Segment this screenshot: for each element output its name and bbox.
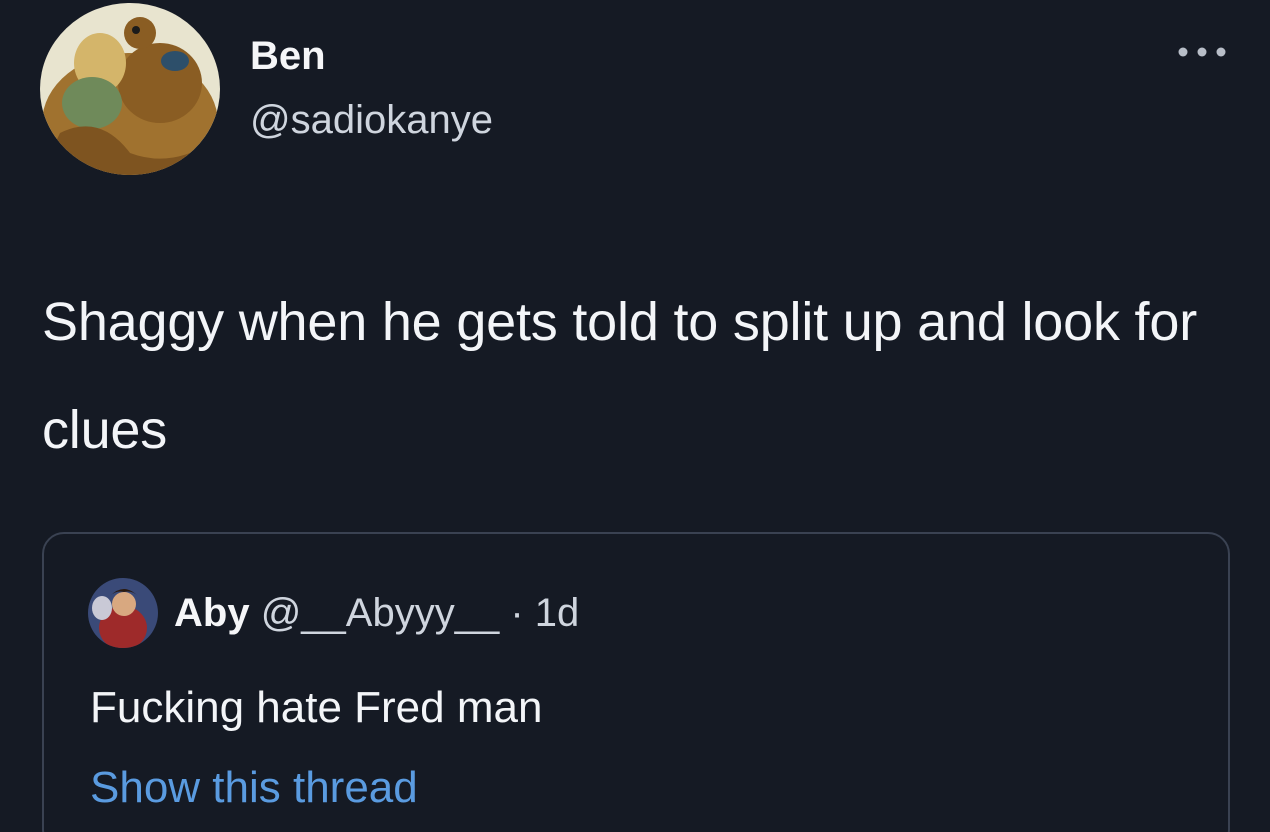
show-thread-link[interactable]: Show this thread	[90, 762, 418, 814]
tweet: Ben @sadiokanye Shaggy when he gets told…	[0, 0, 1270, 832]
quoted-tweet-header: Aby @__Abyyy__ · 1d	[174, 589, 579, 637]
quoted-tweet-card[interactable]: Aby @__Abyyy__ · 1d Fucking hate Fred ma…	[42, 532, 1230, 832]
tweet-text: Shaggy when he gets told to split up and…	[42, 292, 1197, 460]
more-options-icon	[1178, 47, 1226, 57]
scooby-shaggy-avatar-icon	[40, 3, 220, 175]
profile-avatar[interactable]	[40, 3, 220, 175]
quoted-timestamp[interactable]: 1d	[535, 591, 580, 635]
quoted-display-name[interactable]: Aby	[174, 591, 250, 635]
quoted-user-handle[interactable]: @__Abyyy__	[261, 591, 500, 635]
aby-avatar-icon	[88, 578, 158, 648]
display-name[interactable]: Ben	[250, 32, 326, 80]
user-handle[interactable]: @sadiokanye	[250, 96, 493, 144]
quoted-user-avatar[interactable]	[88, 578, 158, 648]
more-options-button[interactable]	[1172, 34, 1232, 70]
header-separator: ·	[510, 591, 524, 635]
quoted-tweet-text: Fucking hate Fred man	[90, 683, 543, 732]
